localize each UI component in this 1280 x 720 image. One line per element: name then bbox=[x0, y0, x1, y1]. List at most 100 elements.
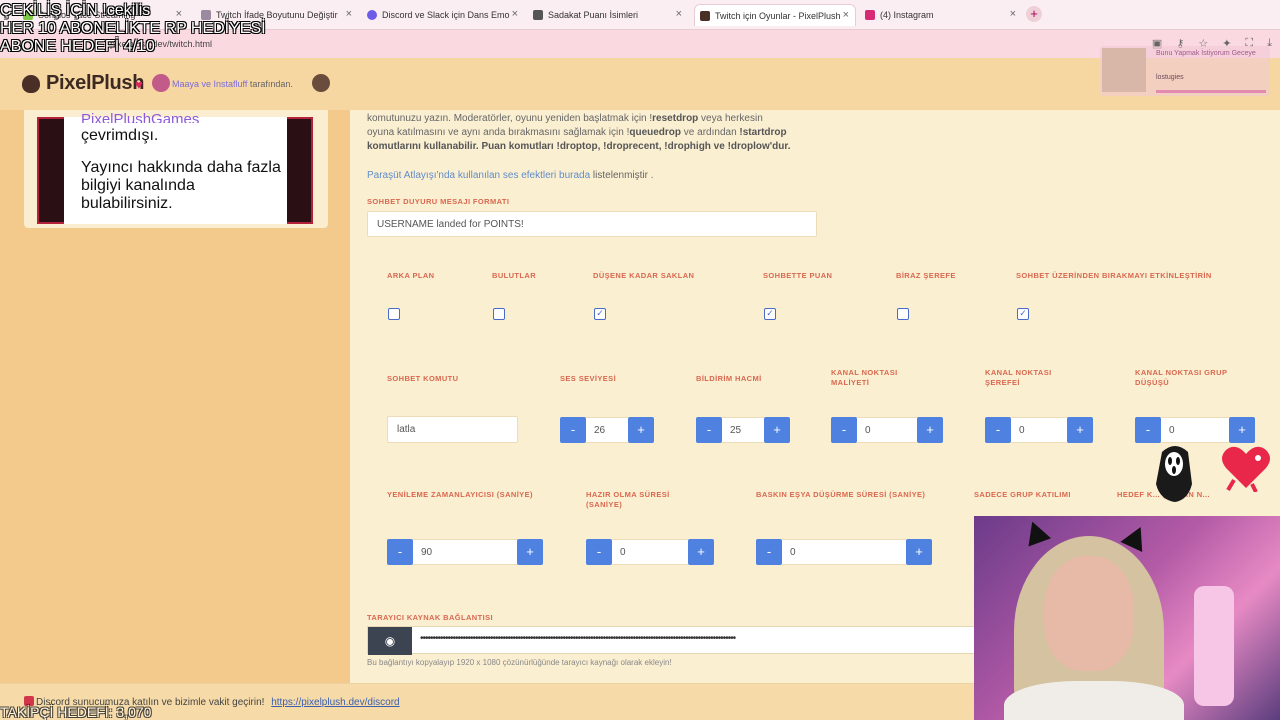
cp-group-decrement-button[interactable]: - bbox=[1135, 417, 1161, 443]
ready-time-value[interactable]: 0 bbox=[612, 539, 688, 565]
raid-drop-time-stepper: - 0 + bbox=[756, 539, 932, 565]
offline-status: çevrimdışı. bbox=[81, 127, 159, 144]
channel-name: PixelPlushGames bbox=[81, 111, 200, 123]
enable-chat-drop-checkbox[interactable]: ✓ bbox=[1017, 308, 1029, 320]
streamer-face bbox=[1044, 556, 1134, 671]
tab-favicon-icon bbox=[533, 10, 543, 20]
ready-increment-button[interactable]: + bbox=[688, 539, 714, 565]
refresh-timer-label: YENİLEME ZAMANLAYICISI (SANİYE) bbox=[387, 490, 533, 499]
pixelplush-logo-icon bbox=[22, 74, 40, 93]
sub-goal-overlay-text: ABONE HEDEFİ 4/10 bbox=[0, 38, 155, 55]
tab-favicon-icon bbox=[700, 11, 710, 21]
sidebar: PixelPlushGames çevrimdışı. Yayıncı hakk… bbox=[0, 110, 350, 720]
volume-decrement-button[interactable]: - bbox=[560, 417, 586, 443]
tab-title: Sadakat Puanı İsimleri bbox=[548, 10, 639, 20]
volume-increment-button[interactable]: + bbox=[628, 417, 654, 443]
close-icon[interactable]: × bbox=[346, 8, 352, 20]
cat-ear-left bbox=[1020, 517, 1052, 547]
refresh-decrement-button[interactable]: - bbox=[387, 539, 413, 565]
ghostface-mascot-icon bbox=[1156, 446, 1192, 502]
ready-time-stepper: - 0 + bbox=[586, 539, 714, 565]
offline-description: Yayıncı hakkında daha fazla bilgiyi kana… bbox=[81, 159, 281, 212]
now-playing-widget: Bunu Yapmak İstiyorum Geceye lostugies bbox=[1100, 46, 1270, 96]
ready-time-label: HAZIR OLMA SÜRESİ (SANİYE) bbox=[586, 490, 670, 509]
cp-cost-value[interactable]: 0 bbox=[857, 417, 917, 443]
clouds-checkbox[interactable] bbox=[493, 308, 505, 320]
clouds-label: BULUTLAR bbox=[492, 271, 537, 280]
refresh-increment-button[interactable]: + bbox=[517, 539, 543, 565]
browser-tab-4[interactable]: Sadakat Puanı İsimleri × bbox=[528, 4, 688, 26]
hide-until-drop-label: DÜŞENE KADAR SAKLAN bbox=[593, 271, 695, 280]
sound-effects-line: Paraşüt Atlayışı'nda kullanılan ses efek… bbox=[367, 170, 654, 181]
cp-cost-decrement-button[interactable]: - bbox=[831, 417, 857, 443]
points-in-chat-checkbox[interactable]: ✓ bbox=[764, 308, 776, 320]
tab-favicon-icon bbox=[865, 10, 875, 20]
background-label: ARKA PLAN bbox=[387, 271, 435, 280]
chat-announce-input[interactable]: USERNAME landed for POINTS! bbox=[367, 211, 817, 237]
tab-favicon-icon bbox=[367, 10, 377, 20]
site-logo[interactable]: PixelPlush bbox=[22, 72, 144, 95]
close-icon[interactable]: × bbox=[512, 8, 518, 20]
tab-title: Twitch İfade Boyutunu Değiştir bbox=[216, 10, 338, 20]
cp-honor-decrement-button[interactable]: - bbox=[985, 417, 1011, 443]
background-checkbox[interactable] bbox=[388, 308, 400, 320]
a-bit-honor-checkbox[interactable] bbox=[897, 308, 909, 320]
offline-notice: PixelPlushGames çevrimdışı. Yayıncı hakk… bbox=[64, 111, 287, 224]
sub-gift-overlay-text: HER 10 ABONELİKTE RP HEDİYESİ bbox=[0, 20, 266, 37]
browser-source-field[interactable]: ◉ ••••••••••••••••••••••••••••••••••••••… bbox=[367, 626, 987, 655]
giveaway-overlay-text: ÇEKİLİŞ İÇİN !cekilis bbox=[0, 2, 151, 19]
raid-decrement-button[interactable]: - bbox=[756, 539, 782, 565]
raid-drop-time-label: BASKIN EŞYA DÜŞÜRME SÜRESİ (SANİYE) bbox=[756, 490, 926, 499]
site-header: PixelPlush ♥ Maaya ve Instafluff tarafın… bbox=[0, 58, 1280, 110]
background-lamp bbox=[1194, 586, 1234, 706]
browser-source-label: TARAYICI KAYNAK BAĞLANTISI bbox=[367, 613, 493, 622]
new-tab-button[interactable]: + bbox=[1026, 6, 1042, 22]
webcam-feed bbox=[974, 516, 1280, 720]
credit-suffix: tarafından. bbox=[249, 79, 293, 89]
masked-link: ••••••••••••••••••••••••••••••••••••••••… bbox=[420, 633, 736, 644]
follower-goal-overlay-text: TAKİPÇİ HEDEFİ: 3,070 bbox=[0, 704, 152, 720]
credit-line: Maaya ve Instafluff tarafından. bbox=[172, 79, 293, 89]
notification-volume-label: BİLDİRİM HACMİ bbox=[696, 374, 762, 383]
song-title: Bunu Yapmak İstiyorum Geceye bbox=[1156, 50, 1256, 57]
browser-source-hint: Bu bağlantıyı kopyalayıp 1920 x 1080 çöz… bbox=[367, 658, 672, 667]
credit-names-link[interactable]: Maaya ve Instafluff bbox=[172, 79, 247, 89]
chat-command-input[interactable]: latla bbox=[387, 416, 518, 443]
volume-label: SES SEVİYESİ bbox=[560, 374, 617, 383]
streamer-shirt bbox=[1004, 681, 1184, 720]
close-icon[interactable]: × bbox=[676, 8, 682, 20]
enable-chat-drop-label: SOHBET ÜZERİNDEN BIRAKMAYI ETKİNLEŞTİRİN bbox=[1016, 271, 1212, 280]
sound-effects-link[interactable]: Paraşüt Atlayışı'nda kullanılan ses efek… bbox=[367, 170, 590, 181]
cp-honor-increment-button[interactable]: + bbox=[1067, 417, 1093, 443]
tab-title: (4) Instagram bbox=[880, 10, 934, 20]
close-icon[interactable]: × bbox=[843, 9, 849, 21]
close-icon[interactable]: × bbox=[176, 8, 182, 20]
close-icon[interactable]: × bbox=[1010, 8, 1016, 20]
ready-decrement-button[interactable]: - bbox=[586, 539, 612, 565]
chat-command-label: SOHBET KOMUTU bbox=[387, 374, 459, 383]
raid-increment-button[interactable]: + bbox=[906, 539, 932, 565]
notification-decrement-button[interactable]: - bbox=[696, 417, 722, 443]
cp-cost-increment-button[interactable]: + bbox=[917, 417, 943, 443]
cp-honor-value[interactable]: 0 bbox=[1011, 417, 1067, 443]
raid-drop-time-value[interactable]: 0 bbox=[782, 539, 906, 565]
song-progress-bar bbox=[1156, 90, 1266, 93]
notification-volume-value[interactable]: 25 bbox=[722, 417, 764, 443]
instructions-paragraph: komutunuzu yazın. Moderatörler, oyunu ye… bbox=[367, 113, 791, 152]
browser-tab-3[interactable]: Discord ve Slack için Dans Emo × bbox=[362, 4, 524, 26]
discord-link[interactable]: https://pixelplush.dev/discord bbox=[271, 697, 399, 708]
song-artist: lostugies bbox=[1156, 74, 1184, 81]
notification-increment-button[interactable]: + bbox=[764, 417, 790, 443]
a-bit-honor-label: BİRAZ ŞEREFE bbox=[896, 271, 956, 280]
browser-tab-6[interactable]: (4) Instagram × bbox=[860, 4, 1022, 26]
album-art bbox=[1102, 48, 1146, 92]
browser-tab-5[interactable]: Twitch için Oyunlar - PixelPlush × bbox=[694, 4, 856, 26]
heart-icon: ♥ bbox=[135, 77, 143, 92]
refresh-timer-value[interactable]: 90 bbox=[413, 539, 517, 565]
group-only-label: SADECE GRUP KATILIMI bbox=[974, 490, 1071, 499]
chat-announce-label: SOHBET DUYURU MESAJI FORMATI bbox=[367, 197, 510, 206]
tab-title: Twitch için Oyunlar - PixelPlush bbox=[715, 10, 841, 21]
hide-until-drop-checkbox[interactable]: ✓ bbox=[594, 308, 606, 320]
eye-icon[interactable]: ◉ bbox=[368, 627, 412, 655]
volume-value[interactable]: 26 bbox=[586, 417, 628, 443]
